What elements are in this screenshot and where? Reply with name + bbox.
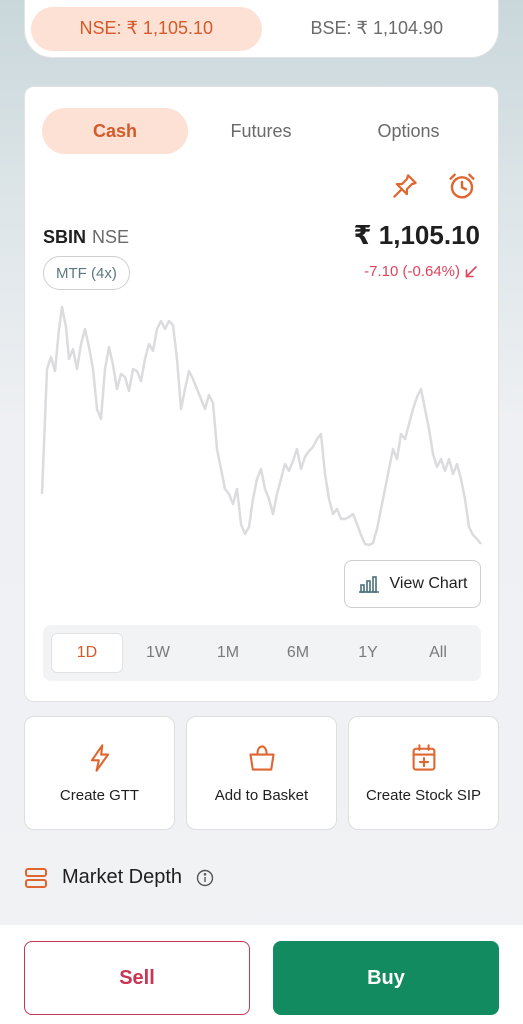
create-gtt-label: Create GTT [59,786,140,804]
price-line [40,305,482,547]
range-1m[interactable]: 1M [193,633,263,673]
symbol-exchange: NSE [92,227,130,247]
mtf-badge[interactable]: MTF (4x) [43,256,130,290]
exchange-toggle: NSE: ₹ 1,105.10 BSE: ₹ 1,104.90 [24,0,499,58]
segment-tabs: Cash Futures Options [42,108,483,154]
trade-bar: Sell Buy [0,925,523,1024]
range-1d[interactable]: 1D [51,633,123,673]
range-1y[interactable]: 1Y [333,633,403,673]
add-to-basket-button[interactable]: Add to Basket [186,716,337,830]
add-to-basket-label: Add to Basket [214,786,309,804]
market-depth-header[interactable]: Market Depth [24,866,214,889]
price-change: -7.10 (-0.64%) [364,263,478,280]
price-change-value: -7.10 (-0.64%) [364,263,460,280]
view-chart-label: View Chart [389,575,468,592]
tab-cash[interactable]: Cash [42,108,188,154]
range-6m[interactable]: 6M [263,633,333,673]
basket-icon [248,744,275,771]
stock-price: ₹ 1,105.10 [353,220,480,250]
tab-options[interactable]: Options [334,108,483,154]
create-stock-sip-label: Create Stock SIP [365,786,482,804]
pin-icon[interactable] [388,169,422,203]
range-selector: 1D 1W 1M 6M 1Y All [43,625,481,681]
buy-button[interactable]: Buy [273,941,499,1015]
layers-icon [25,867,47,888]
view-chart-button[interactable]: View Chart [344,560,481,608]
bar-chart-icon [358,576,379,593]
symbol-label: SBIN [43,227,87,247]
create-gtt-button[interactable]: Create GTT [24,716,175,830]
alarm-icon[interactable] [445,169,479,203]
sell-button[interactable]: Sell [24,941,250,1015]
calendar-plus-icon [412,743,435,771]
nse-price-button[interactable]: NSE: ₹ 1,105.10 [31,6,262,51]
price-chart[interactable] [39,299,485,549]
info-icon[interactable] [196,869,214,887]
lightning-icon [90,743,109,772]
arrow-down-left-icon [465,265,477,277]
tab-futures[interactable]: Futures [188,108,334,154]
stock-card: Cash Futures Options SBIN NSE ₹ 1,105.10 … [24,86,499,702]
range-all[interactable]: All [403,633,473,673]
range-1w[interactable]: 1W [123,633,193,673]
stock-symbol: SBIN NSE [43,227,129,248]
bse-price-button[interactable]: BSE: ₹ 1,104.90 [262,7,493,51]
market-depth-label: Market Depth [62,866,183,888]
create-stock-sip-button[interactable]: Create Stock SIP [348,716,499,830]
